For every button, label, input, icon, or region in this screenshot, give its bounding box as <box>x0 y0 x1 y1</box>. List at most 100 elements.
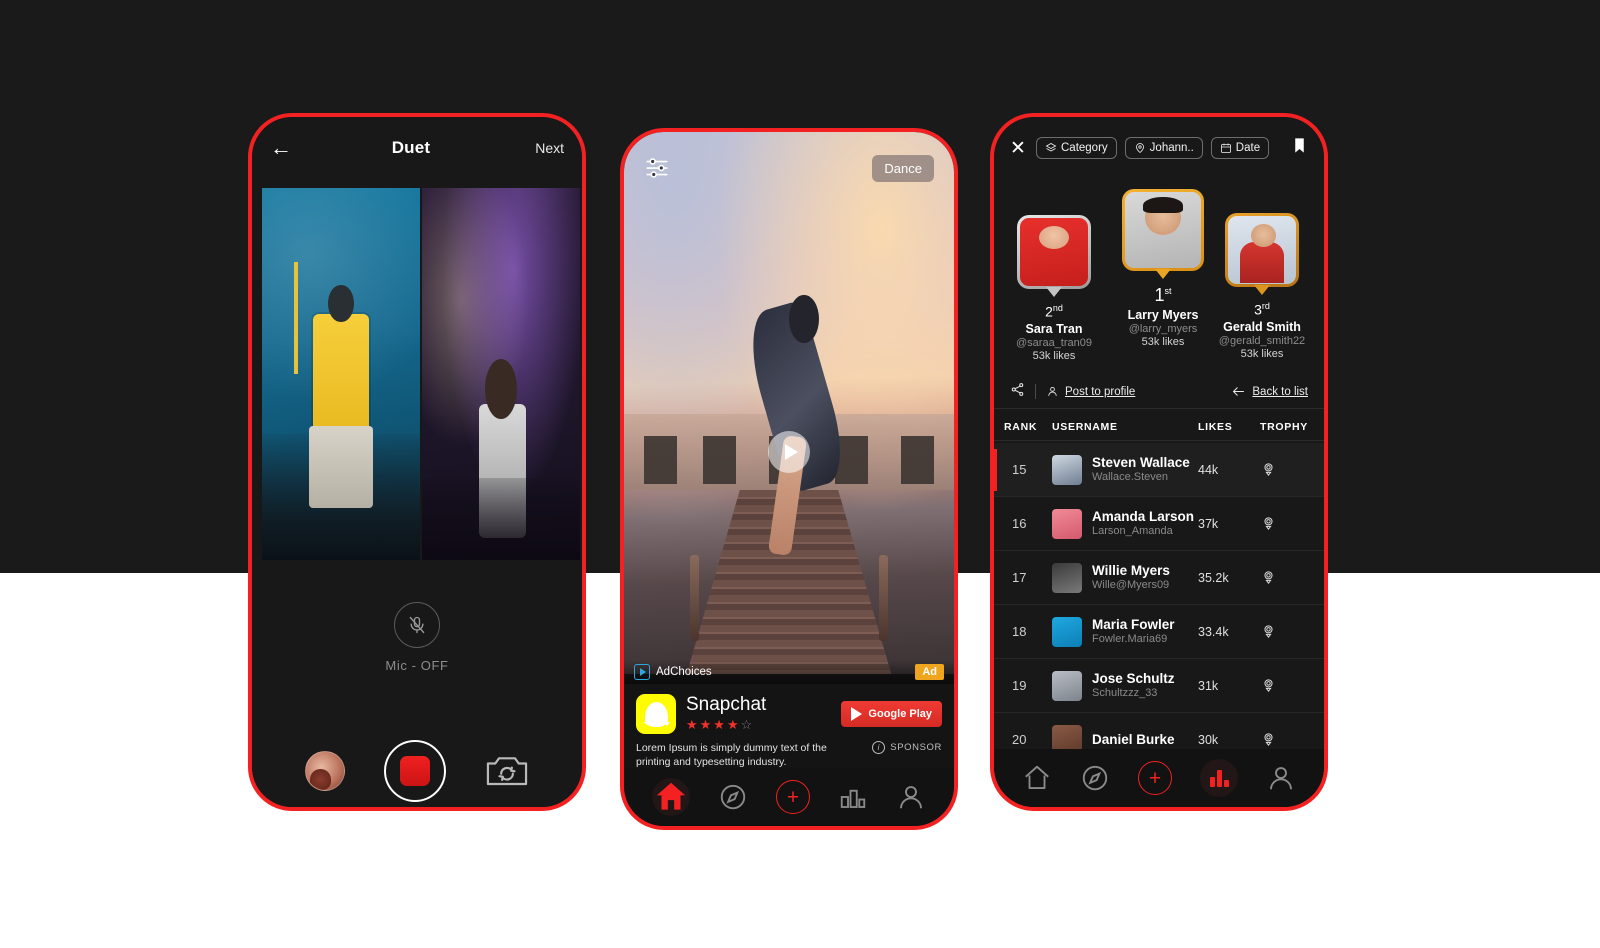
podium-likes-third: 53k likes <box>1240 347 1284 360</box>
actions-row: Post to profile Back to list <box>994 375 1324 409</box>
column-header-likes: LIKES <box>1198 420 1233 433</box>
trophy-icon[interactable] <box>1260 731 1314 748</box>
table-row[interactable]: 20 Daniel Burke 30k <box>994 713 1324 753</box>
table-row[interactable]: 15 Steven Wallace Wallace.Steven 44k <box>994 443 1324 497</box>
next-button[interactable]: Next <box>512 140 564 156</box>
phone2-screen: Dance AdChoices Ad Snapchat ★★★★☆ Google… <box>624 132 954 826</box>
feed-video[interactable] <box>624 132 954 674</box>
podium-avatar-first <box>1122 189 1204 279</box>
podium-handle-third: @gerald_smith22 <box>1218 334 1306 347</box>
podium-handle-second: @saraa_tran09 <box>1016 336 1092 349</box>
post-to-profile-label: Post to profile <box>1065 385 1136 398</box>
trophy-icon[interactable] <box>1260 677 1314 694</box>
close-icon[interactable]: ✕ <box>1010 137 1028 160</box>
leaderboard-rows[interactable]: 15 Steven Wallace Wallace.Steven 44k 16 … <box>994 443 1324 753</box>
podium-name-second: Sara Tran <box>1025 321 1083 336</box>
category-badge[interactable]: Dance <box>872 154 934 182</box>
podium-top-three: 2nd Sara Tran @saraa_tran09 53k likes 1s… <box>994 183 1324 403</box>
podium-avatar-third <box>1225 213 1299 295</box>
bookmark-icon[interactable] <box>1291 136 1308 160</box>
row-name: Amanda Larson <box>1092 508 1195 524</box>
capture-row <box>252 740 582 802</box>
nav-home-icon[interactable] <box>1022 763 1052 793</box>
post-to-profile-button[interactable]: Post to profile <box>1046 385 1135 398</box>
duet-video-left[interactable] <box>262 188 420 560</box>
sliders-icon[interactable] <box>644 155 670 181</box>
phone-duet-recorder: ← Duet Next Mic - OFF <box>248 113 586 811</box>
row-likes: 33.4k <box>1198 624 1229 639</box>
phone2-header: Dance <box>624 132 954 204</box>
layers-icon <box>1045 143 1057 152</box>
podium-third-place[interactable]: 3rd Gerald Smith @gerald_smith22 53k lik… <box>1210 213 1314 360</box>
page-title: Duet <box>391 138 431 157</box>
avatar <box>1052 670 1082 701</box>
avatar <box>1052 616 1082 647</box>
nav-profile-icon[interactable] <box>896 782 926 812</box>
camera-flip-icon[interactable] <box>485 751 529 791</box>
nav-home-icon[interactable] <box>652 778 690 816</box>
row-name: Daniel Burke <box>1092 731 1175 747</box>
duet-video-right[interactable] <box>422 188 580 560</box>
adchoices-bar: AdChoices Ad <box>624 660 954 684</box>
row-user: Daniel Burke <box>1092 732 1198 748</box>
row-user: Maria Fowler Fowler.Maria69 <box>1092 617 1198 647</box>
adchoices-group[interactable]: AdChoices <box>634 664 712 680</box>
mic-toggle[interactable]: Mic - OFF <box>252 602 582 673</box>
column-header-username: USERNAME <box>1052 420 1118 433</box>
table-row[interactable]: 17 Willie Myers Wille@Myers09 35.2k <box>994 551 1324 605</box>
gallery-thumbnail[interactable] <box>305 751 346 791</box>
nav-leaderboard-icon[interactable] <box>1200 759 1238 797</box>
filter-chip-category[interactable]: Category <box>1036 137 1117 159</box>
row-rank: 15 <box>1012 462 1027 477</box>
podium-rank-first: 1st <box>1154 285 1172 305</box>
ad-app-name: Snapchat <box>686 694 767 716</box>
back-to-list-button[interactable]: Back to list <box>1231 384 1308 399</box>
filter-chip-date[interactable]: Date <box>1210 137 1270 159</box>
row-likes: 31k <box>1198 678 1219 693</box>
phone-feed-with-ad: Dance AdChoices Ad Snapchat ★★★★☆ Google… <box>620 128 958 830</box>
nav-create-icon[interactable]: + <box>776 780 810 814</box>
nav-create-icon[interactable]: + <box>1138 761 1172 795</box>
row-name: Maria Fowler <box>1092 616 1175 632</box>
share-icon[interactable] <box>1010 382 1025 402</box>
mic-off-icon[interactable] <box>394 602 440 648</box>
trophy-icon[interactable] <box>1260 569 1314 586</box>
phone-mockup-stage: ← Duet Next Mic - OFF Dance AdChoices Ad… <box>0 0 1600 948</box>
record-button[interactable] <box>383 740 446 802</box>
table-row[interactable]: 16 Amanda Larson Larson_Amanda 37k <box>994 497 1324 551</box>
duet-video-pair <box>262 188 580 560</box>
podium-first-place[interactable]: 1st Larry Myers @larry_myers 53k likes <box>1111 189 1215 348</box>
avatar <box>1052 508 1082 539</box>
play-icon[interactable] <box>768 431 810 473</box>
adchoices-icon <box>634 664 650 680</box>
column-header-rank: RANK <box>1004 420 1038 433</box>
info-icon[interactable]: i <box>872 741 886 754</box>
filter-chip-location[interactable]: Johann.. <box>1124 137 1203 159</box>
podium-likes-first: 53k likes <box>1141 336 1185 348</box>
podium-avatar-second <box>1017 215 1091 297</box>
nav-leaderboard-icon[interactable] <box>838 782 868 812</box>
back-arrow-icon[interactable]: ← <box>270 137 310 159</box>
nav-profile-icon[interactable] <box>1266 763 1296 793</box>
table-row[interactable]: 19 Jose Schultz Schultzzz_33 31k <box>994 659 1324 713</box>
table-row[interactable]: 18 Maria Fowler Fowler.Maria69 33.4k <box>994 605 1324 659</box>
nav-compass-icon[interactable] <box>1080 763 1110 793</box>
nav-compass-icon[interactable] <box>718 782 748 812</box>
trophy-icon[interactable] <box>1260 623 1314 640</box>
google-play-label: Google Play <box>868 708 932 720</box>
row-user: Amanda Larson Larson_Amanda <box>1092 509 1198 539</box>
row-handle: Larson_Amanda <box>1092 525 1173 538</box>
row-user: Willie Myers Wille@Myers09 <box>1092 563 1198 593</box>
podium-name-first: Larry Myers <box>1127 308 1199 322</box>
trophy-icon[interactable] <box>1260 515 1314 532</box>
row-rank: 18 <box>1012 624 1027 639</box>
ad-badge: Ad <box>915 664 944 680</box>
row-handle: Fowler.Maria69 <box>1092 633 1168 646</box>
phone3-header: ✕ Category Johann.. Date <box>994 117 1324 179</box>
row-rank: 16 <box>1012 516 1027 531</box>
google-play-button[interactable]: Google Play <box>841 701 942 727</box>
calendar-icon <box>1220 143 1231 153</box>
ad-card[interactable]: Snapchat ★★★★☆ Google Play Lorem Ipsum i… <box>624 684 954 776</box>
trophy-icon[interactable] <box>1260 461 1314 478</box>
podium-second-place[interactable]: 2nd Sara Tran @saraa_tran09 53k likes <box>1002 215 1106 362</box>
